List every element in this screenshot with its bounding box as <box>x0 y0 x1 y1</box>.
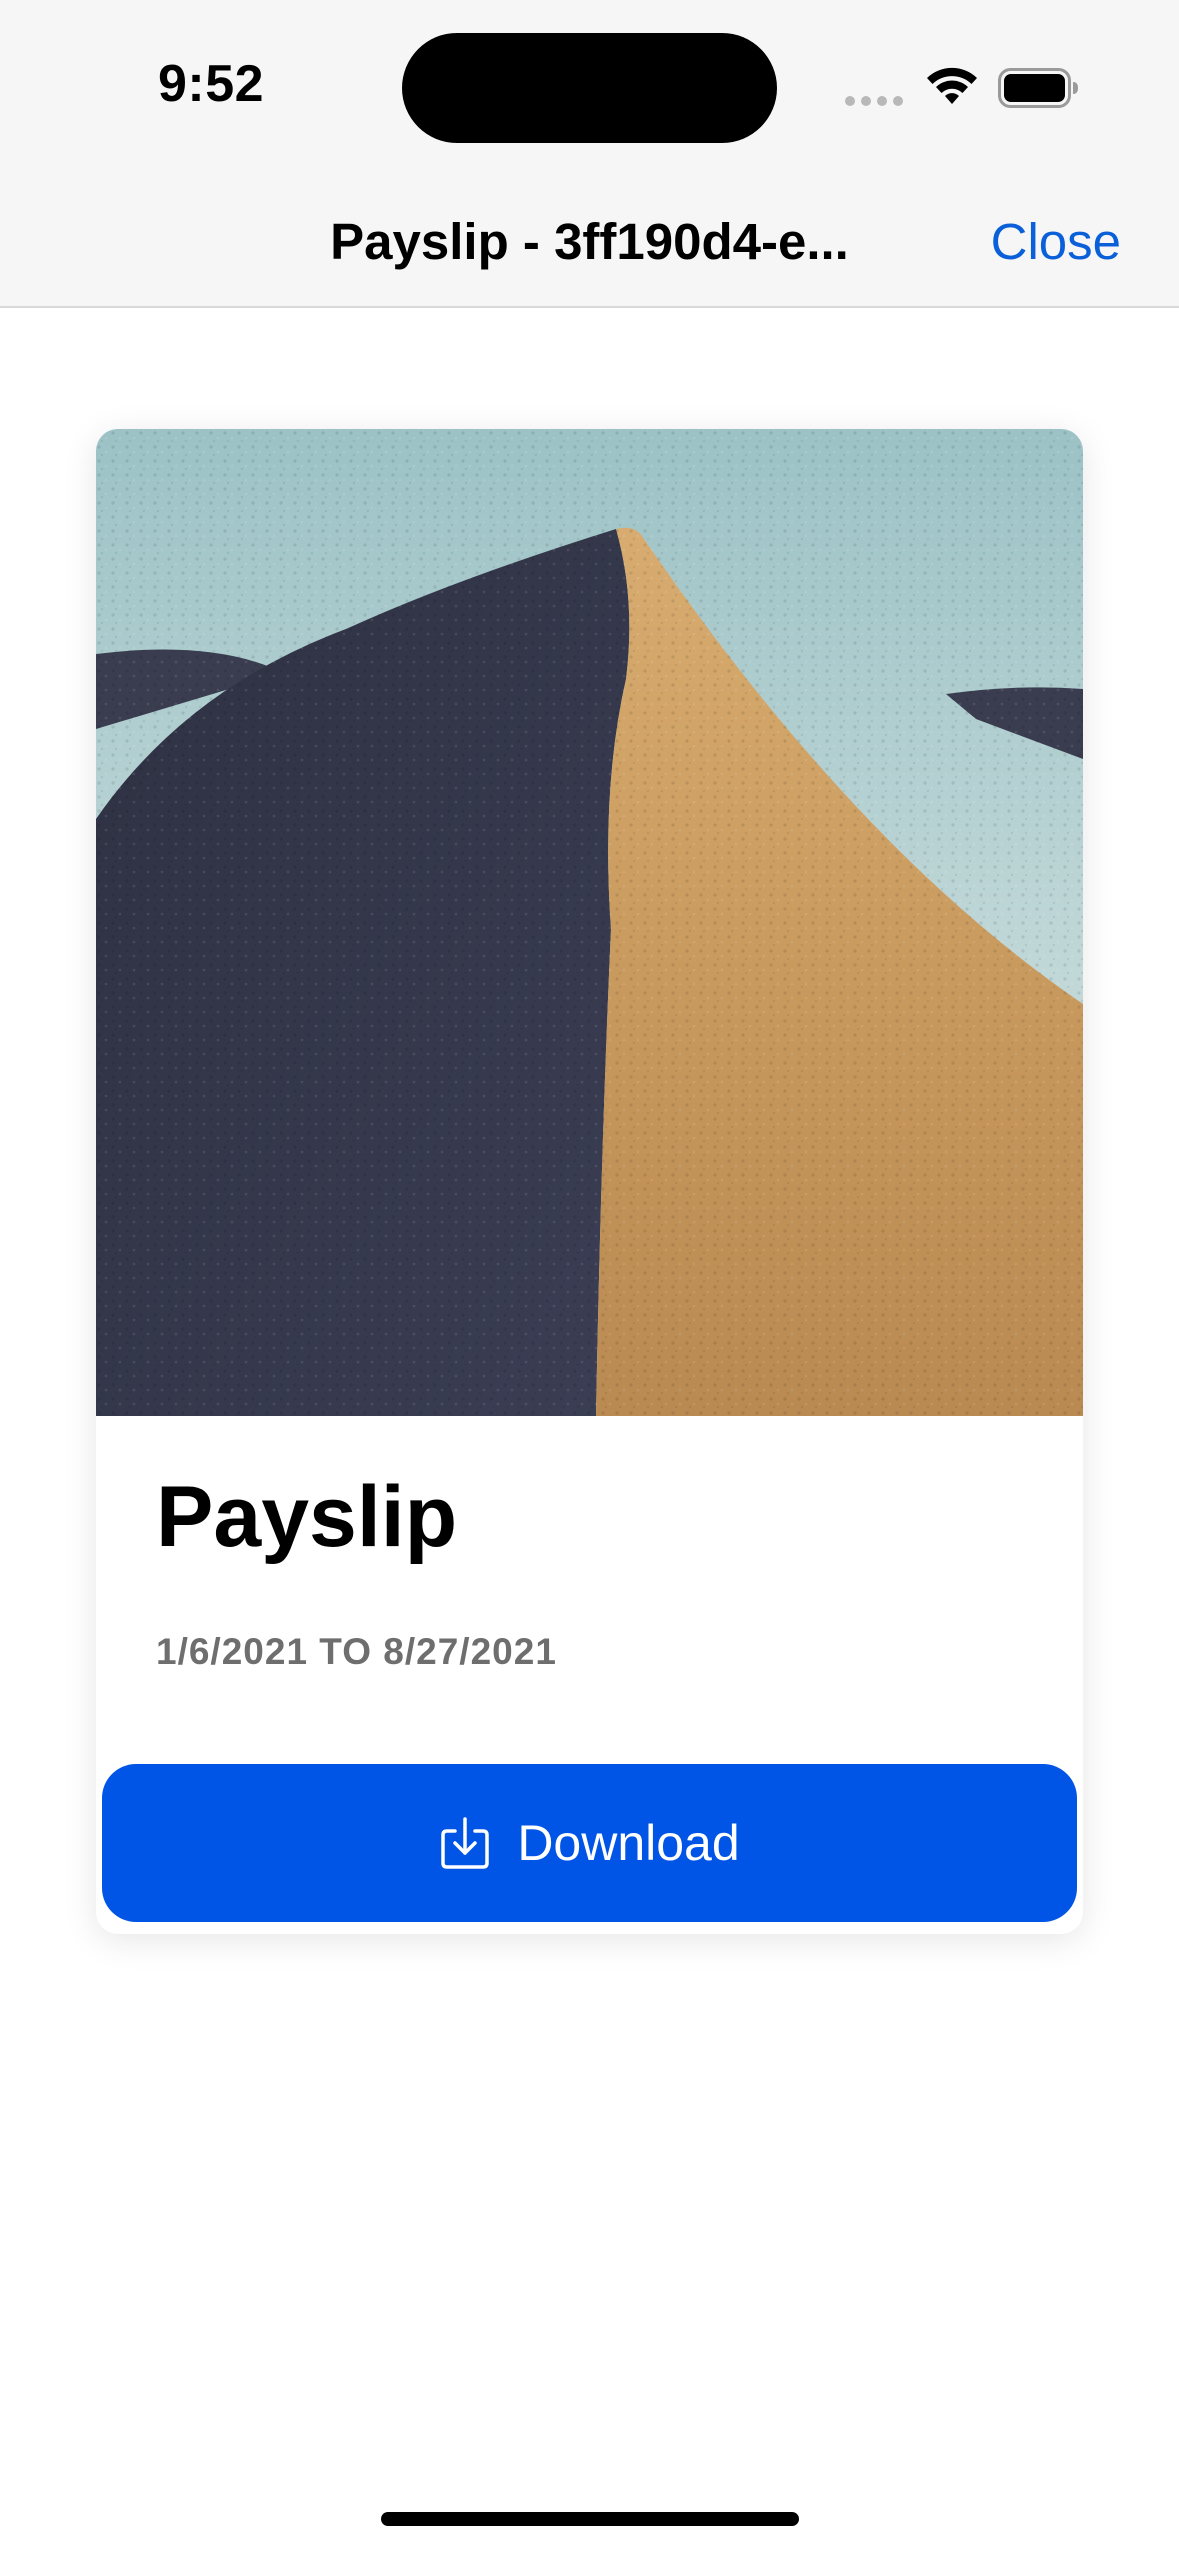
card-title: Payslip <box>156 1469 458 1565</box>
battery-icon <box>998 68 1078 108</box>
wifi-icon <box>927 67 977 104</box>
download-icon <box>441 1817 490 1869</box>
close-button[interactable]: Close <box>991 212 1121 271</box>
date-range: 1/6/2021 TO 8/27/2021 <box>156 1631 557 1672</box>
cellular-signal-icon <box>845 96 905 106</box>
dynamic-island <box>402 33 777 143</box>
home-indicator[interactable] <box>381 2512 799 2526</box>
top-bar: 9:52 Payslip - 3ff190d4-e... Close <box>0 0 1179 308</box>
download-button[interactable]: Download <box>102 1764 1077 1922</box>
payslip-screen: 9:52 Payslip - 3ff190d4-e... Close Paysl… <box>0 0 1179 2556</box>
status-time: 9:52 <box>158 55 265 113</box>
payslip-card: Payslip 1/6/2021 TO 8/27/2021 Download <box>96 429 1083 1934</box>
card-image <box>96 429 1083 1416</box>
download-label: Download <box>517 1815 740 1871</box>
